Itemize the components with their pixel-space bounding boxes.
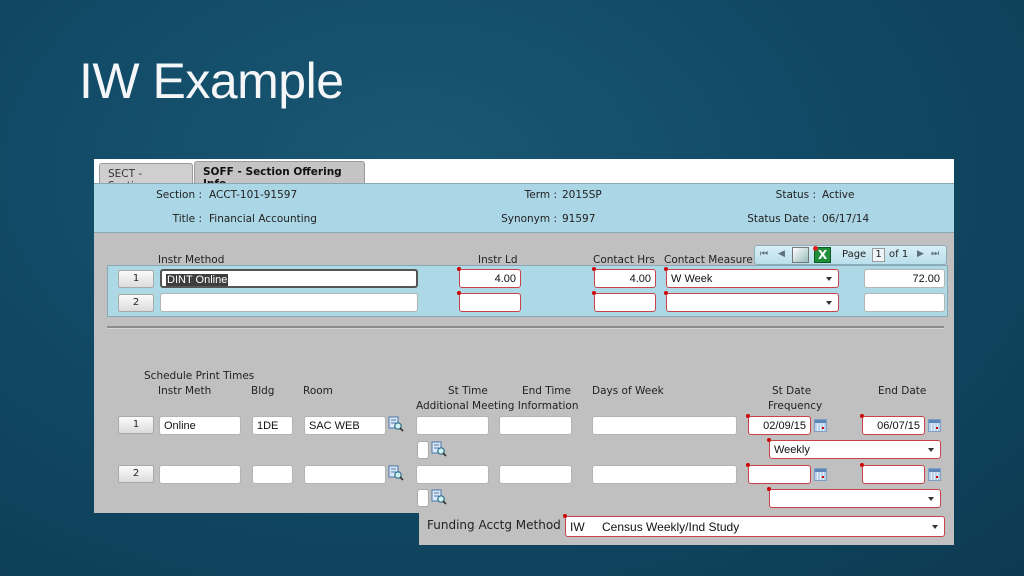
- additional-info-lookup-icon[interactable]: [431, 441, 447, 457]
- section-header: Section : ACCT-101-91597 Title : Financi…: [94, 183, 954, 233]
- chevron-down-icon: [928, 497, 934, 501]
- additional-info-checkbox-1[interactable]: [417, 441, 429, 459]
- instr-method-field-2[interactable]: [160, 293, 418, 312]
- funding-acctg-panel: Funding Acctg Method IW Census Weekly/In…: [419, 513, 954, 545]
- col-room: Room: [303, 385, 333, 397]
- instr-ld-field-2[interactable]: [459, 293, 521, 312]
- col-end-date: End Date: [878, 385, 927, 397]
- synonym-label: Synonym :: [501, 213, 557, 225]
- days-of-week-field-2[interactable]: [592, 465, 737, 484]
- slide-title: IW Example: [79, 53, 344, 109]
- col-additional-meeting-info: Additional Meeting Information: [416, 400, 579, 412]
- status-value: Active: [822, 189, 855, 201]
- room-field-1[interactable]: SAC WEB: [304, 416, 386, 435]
- row-2-button[interactable]: 2: [118, 294, 154, 312]
- instr-method-grid: 1 DINT Online 4.00 4.00 W Week 72.00 2: [107, 265, 948, 317]
- col-instr-meth: Instr Meth: [158, 385, 212, 397]
- grid-view-button[interactable]: [792, 247, 809, 263]
- col-bldg: Bldg: [251, 385, 275, 397]
- term-label: Term :: [524, 189, 557, 201]
- title-label: Title :: [172, 213, 202, 225]
- section-label: Section :: [156, 189, 202, 201]
- status-date-value: 06/17/14: [822, 213, 870, 225]
- end-time-field-1[interactable]: [499, 416, 572, 435]
- schedule-print-times-label: Schedule Print Times: [144, 370, 255, 382]
- bldg-field-2[interactable]: [252, 465, 293, 484]
- col-frequency: Frequency: [768, 400, 823, 412]
- days-of-week-field-1[interactable]: [592, 416, 737, 435]
- room-lookup-icon[interactable]: [388, 465, 404, 481]
- end-date-field-2[interactable]: [862, 465, 925, 484]
- frequency-select-2[interactable]: [769, 489, 941, 508]
- tab-sect-sections[interactable]: SECT - Sections: [99, 163, 193, 192]
- instr-method-value-1: DINT Online: [166, 274, 229, 286]
- schedule-row-2-button[interactable]: 2: [118, 465, 154, 483]
- chevron-down-icon: [928, 448, 934, 452]
- funding-code: IW: [570, 520, 585, 534]
- grid-pager: ⏮ ◀ Page 1 of 1 ▶ ⏭: [754, 245, 947, 265]
- st-time-field-1[interactable]: [416, 416, 489, 435]
- instr-meth-field-1[interactable]: Online: [159, 416, 241, 435]
- col-days-of-week: Days of Week: [592, 385, 664, 397]
- status-label: Status :: [775, 189, 816, 201]
- funding-acctg-method-label: Funding Acctg Method: [427, 518, 561, 532]
- synonym-value: 91597: [562, 213, 596, 225]
- tab-bar: SECT - Sections SOFF - Section Offering …: [94, 159, 954, 192]
- st-date-field-1[interactable]: 02/09/15: [748, 416, 811, 435]
- title-value: Financial Accounting: [209, 213, 317, 225]
- contact-hrs-field-1[interactable]: 4.00: [594, 269, 656, 288]
- contact-measure-select-2[interactable]: [666, 293, 839, 312]
- funding-description: Census Weekly/Ind Study: [602, 520, 740, 534]
- page-label: Page: [842, 249, 867, 260]
- section-value: ACCT-101-91597: [209, 189, 298, 201]
- col-end-time: End Time: [522, 385, 571, 397]
- next-page-icon[interactable]: ▶: [917, 249, 924, 259]
- bldg-field-1[interactable]: 1DE: [252, 416, 293, 435]
- row-1-button[interactable]: 1: [118, 270, 154, 288]
- tab-soff-section-offering-info[interactable]: SOFF - Section Offering Info: [194, 161, 365, 190]
- status-date-label: Status Date :: [747, 213, 816, 225]
- instr-meth-field-2[interactable]: [159, 465, 241, 484]
- chevron-down-icon: [932, 525, 938, 529]
- end-date-field-1[interactable]: 06/07/15: [862, 416, 925, 435]
- calendar-icon[interactable]: [814, 419, 827, 432]
- instr-method-field-1[interactable]: DINT Online: [160, 269, 418, 288]
- total-hours-field-2[interactable]: [864, 293, 945, 312]
- export-excel-icon[interactable]: [813, 246, 831, 263]
- last-page-icon[interactable]: ⏭: [931, 249, 939, 259]
- end-time-field-2[interactable]: [499, 465, 572, 484]
- funding-acctg-method-select[interactable]: IW Census Weekly/Ind Study: [565, 516, 945, 537]
- frequency-select-1[interactable]: Weekly: [769, 440, 941, 459]
- calendar-icon[interactable]: [928, 419, 941, 432]
- total-hours-field-1[interactable]: 72.00: [864, 269, 945, 288]
- schedule-row-1-button[interactable]: 1: [118, 416, 154, 434]
- room-lookup-icon[interactable]: [388, 416, 404, 432]
- prev-page-icon[interactable]: ◀: [778, 249, 785, 259]
- term-value: 2015SP: [562, 189, 602, 201]
- chevron-down-icon: [826, 277, 832, 281]
- contact-measure-select-1[interactable]: W Week: [666, 269, 839, 288]
- col-st-date: St Date: [772, 385, 812, 397]
- st-time-field-2[interactable]: [416, 465, 489, 484]
- calendar-icon[interactable]: [928, 468, 941, 481]
- page-count: of 1: [889, 249, 909, 260]
- room-field-2[interactable]: [304, 465, 386, 484]
- first-page-icon[interactable]: ⏮: [760, 249, 768, 259]
- contact-measure-value-1: W Week: [671, 273, 713, 285]
- page-number-input[interactable]: 1: [872, 248, 885, 262]
- section-divider: [107, 326, 944, 329]
- calendar-icon[interactable]: [814, 468, 827, 481]
- chevron-down-icon: [826, 301, 832, 305]
- contact-hrs-field-2[interactable]: [594, 293, 656, 312]
- frequency-value-1: Weekly: [774, 444, 810, 456]
- col-st-time: St Time: [448, 385, 488, 397]
- colleague-form: SECT - Sections SOFF - Section Offering …: [94, 159, 954, 513]
- additional-info-checkbox-2[interactable]: [417, 489, 429, 507]
- st-date-field-2[interactable]: [748, 465, 811, 484]
- additional-info-lookup-icon[interactable]: [431, 489, 447, 505]
- instr-ld-field-1[interactable]: 4.00: [459, 269, 521, 288]
